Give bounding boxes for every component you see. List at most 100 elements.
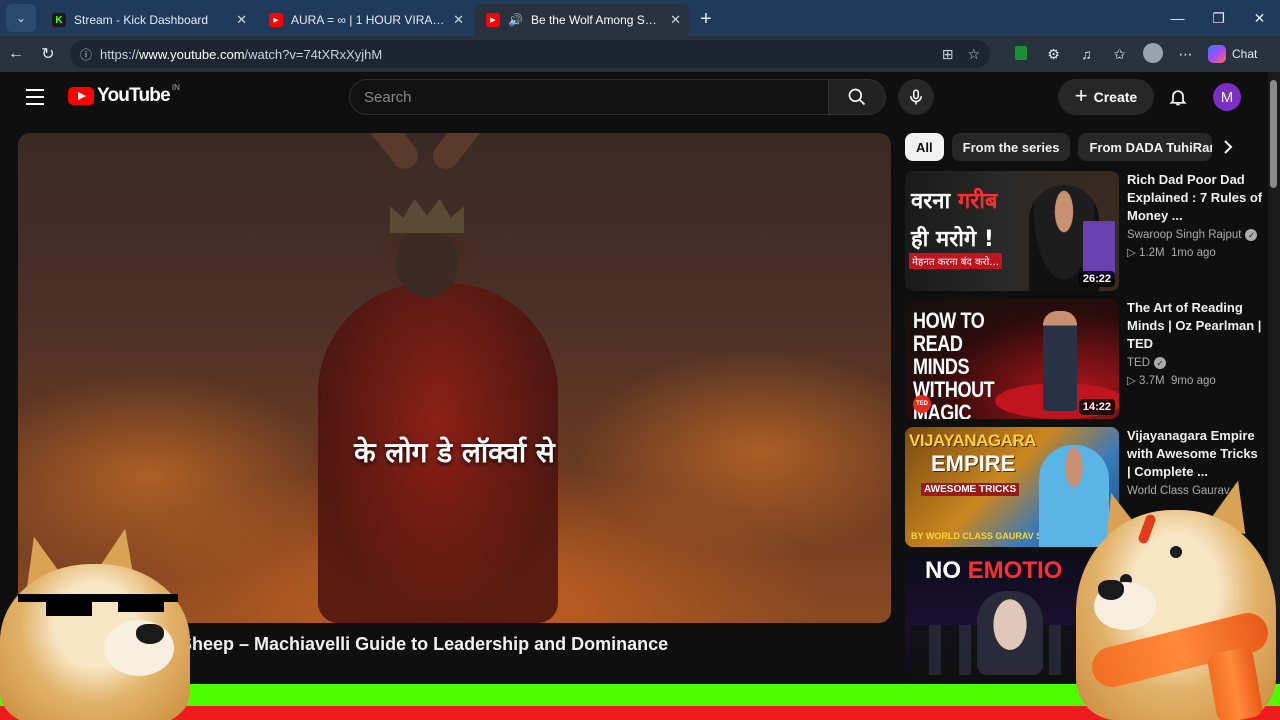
video-stats: ▷ 3.7M 9mo ago [1127,375,1216,387]
close-icon[interactable]: ✕ [236,12,247,28]
create-label: Create [1093,89,1138,105]
favorites-icon[interactable]: ✩ [1103,46,1136,63]
account-avatar[interactable]: M [1213,83,1241,111]
back-arrow-icon[interactable]: ← [0,45,32,63]
bell-icon [1169,90,1187,106]
app-available-icon[interactable]: ⊞ [942,46,954,63]
thumbnail-person [1043,311,1077,411]
tab-title: Stream - Kick Dashboard [74,13,209,27]
video-subtitle: के लोग डे लॉर्क्वा से [354,436,555,469]
plus-icon: + [1074,83,1088,108]
video-meta: The Art of Reading Minds | Oz Pearlman |… [1127,299,1263,387]
microphone-icon [910,89,922,105]
youtube-favicon-icon: ▶ [269,13,283,27]
tab-actions-menu-button[interactable]: ⌄ [6,4,36,32]
ted-logo-icon: TED [913,395,931,413]
thumbnail-text: VIJAYANAGARA [909,431,1036,450]
tab-aura-video[interactable]: ▶ AURA = ∞ | 1 HOUR VIRAL AURA ✕ [257,4,472,36]
recommended-video[interactable]: HOW TO READ MINDS WITHOUT MAGIC TED 14:2… [905,299,1265,421]
close-icon[interactable]: ✕ [453,12,464,28]
thumbnail-text: AWESOME TRICKS [921,483,1020,496]
channel-name[interactable]: Swaroop Singh Rajput ✓ [1127,229,1263,241]
pixel-sunglasses-icon [46,602,92,616]
video-title[interactable]: Rich Dad Poor Dad Explained : 7 Rules of… [1127,171,1263,225]
tab-title: Be the Wolf Among Sheep – M [530,13,662,27]
video-thumbnail[interactable]: वरना गरीब ही मरोगे ! मेहनत करना बंद करो.… [905,171,1119,291]
stream-screen: ⌄ K Stream - Kick Dashboard ✕ ▶ AURA = ∞… [0,0,1280,720]
notifications-button[interactable] [1164,83,1192,111]
thumbnail-text: NO EMOTIO [925,557,1063,584]
verified-check-icon: ✓ [1154,357,1166,369]
voice-search-button[interactable] [898,79,934,115]
recommended-video[interactable]: वरना गरीब ही मरोगे ! मेहनत करना बंद करो.… [905,171,1265,293]
video-duration: 14:22 [1078,399,1115,415]
channel-name[interactable]: TED ✓ [1127,357,1263,369]
video-thumbnail[interactable]: HOW TO READ MINDS WITHOUT MAGIC TED 14:2… [905,299,1119,419]
video-title[interactable]: The Art of Reading Minds | Oz Pearlman |… [1127,299,1263,353]
minimize-icon[interactable]: — [1157,10,1198,27]
chevron-down-icon: ⌄ [15,11,27,25]
crown-icon [390,198,464,233]
tab-wolf-video[interactable]: ▶ 🔊 Be the Wolf Among Sheep – M ✕ [474,4,689,36]
split-screen-icon[interactable]: ♫ [1070,46,1103,62]
related-filter-chips: All From the series From DADA TuhiRam [905,133,1213,161]
maximize-icon[interactable]: ❐ [1198,10,1239,27]
browser-tab-strip: ⌄ K Stream - Kick Dashboard ✕ ▶ AURA = ∞… [0,0,1280,36]
chevron-right-icon[interactable] [1216,135,1240,159]
favorite-star-icon[interactable]: ☆ [967,46,980,63]
search-icon [848,88,866,106]
video-frame-art [427,133,572,175]
video-frame-art [285,133,424,175]
pixel-sunglasses-icon [118,598,164,612]
profile-icon[interactable] [1136,42,1169,66]
chat-label: Chat [1232,47,1258,61]
tab-kick-dashboard[interactable]: K Stream - Kick Dashboard ✕ [40,4,255,36]
browser-toolbar: ← ↻ ⓘ https://www.youtube.com/watch?v=74… [0,36,1280,72]
site-info-icon[interactable]: ⓘ [80,46,92,63]
search-button[interactable] [829,79,886,115]
green-extension-icon[interactable] [1004,45,1037,63]
more-options-icon[interactable]: ⋯ [1169,46,1202,63]
url-host: www.youtube.com [139,46,245,62]
window-controls: — ❐ ✕ [1157,10,1280,27]
extensions-puzzle-icon[interactable]: ⚙ [1037,46,1070,63]
thumbnail-text: मेहनत करना बंद करो... [909,253,1002,269]
video-meta: Rich Dad Poor Dad Explained : 7 Rules of… [1127,171,1263,259]
thumbnail-person [977,591,1043,675]
video-duration: 26:22 [1078,271,1115,287]
search-placeholder: Search [364,88,412,106]
url-text: https://www.youtube.com/watch?v=74tXRxXy… [100,47,928,62]
address-bar[interactable]: ⓘ https://www.youtube.com/watch?v=74tXRx… [70,40,990,68]
search-input[interactable]: Search [349,79,829,115]
copilot-icon [1208,45,1226,63]
new-tab-button[interactable]: + [691,4,721,34]
refresh-icon[interactable]: ↻ [32,44,64,64]
chip-from-channel[interactable]: From DADA TuhiRam [1078,133,1213,161]
video-stats: ▷ 1.2M 1mo ago [1127,247,1216,259]
extensions-area: ⚙ ♫ ✩ ⋯ [1004,42,1202,66]
doge-nose [1098,580,1124,600]
thumbnail-text: BY WORLD CLASS GAURAV SIR [911,531,1052,541]
thumbnail-text: EMPIRE [931,451,1016,476]
hamburger-menu-icon[interactable] [26,89,44,105]
thumbnail-text: ही मरोगे ! [911,227,994,252]
youtube-header: YouTube IN Search + Create M [4,72,1268,122]
close-window-icon[interactable]: ✕ [1239,10,1280,27]
doge-eye [1170,546,1182,558]
youtube-favicon-icon: ▶ [486,13,500,27]
speaker-icon[interactable]: 🔊 [508,13,523,27]
close-icon[interactable]: ✕ [670,12,681,28]
youtube-play-icon [68,87,94,105]
scrollbar-thumb[interactable] [1270,80,1277,188]
copilot-chat-button[interactable]: Chat [1208,45,1257,63]
youtube-logo[interactable]: YouTube IN [68,83,180,107]
thumbnail-text: वरना गरीब [911,189,998,214]
kick-favicon-icon: K [52,13,66,27]
url-path: /watch?v=74tXRxXyjhM [244,46,383,62]
region-code: IN [171,83,180,92]
verified-check-icon: ✓ [1245,229,1258,241]
chip-from-series[interactable]: From the series [951,133,1071,161]
chip-all[interactable]: All [905,133,944,161]
youtube-wordmark: YouTube [97,85,171,106]
create-button[interactable]: + Create [1058,79,1154,115]
